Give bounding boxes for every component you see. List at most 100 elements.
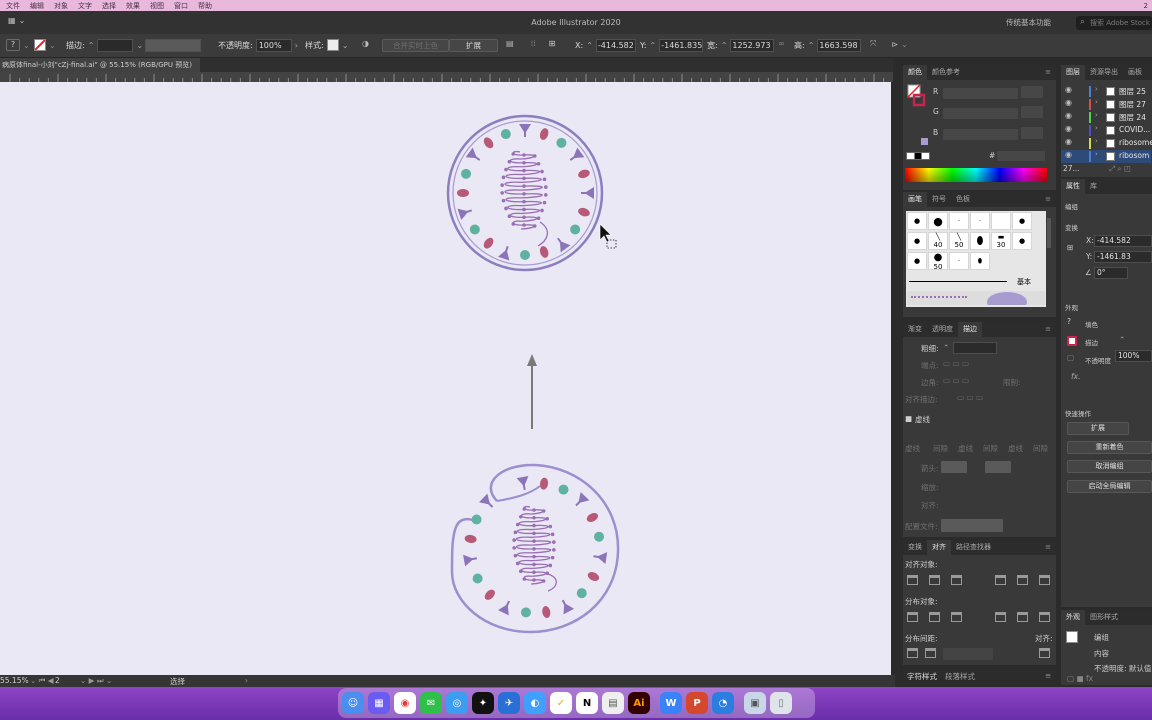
qq-browser-icon[interactable]: ◎ — [446, 692, 468, 714]
artboard-number[interactable]: 2 — [55, 676, 60, 685]
tab-appearance[interactable]: 外观 — [1061, 610, 1085, 625]
expand-triangle-icon[interactable]: › — [1095, 85, 1098, 93]
visibility-eye-icon[interactable]: ◉ — [1065, 150, 1072, 159]
mail-icon[interactable]: ✈ — [498, 692, 520, 714]
tab-character-styles[interactable]: 字符样式 — [907, 671, 937, 682]
layer-name[interactable]: 图层 27 — [1119, 99, 1146, 110]
visibility-eye-icon[interactable]: ◉ — [1065, 137, 1072, 146]
layer-row[interactable]: ◉ › ribosom — [1061, 150, 1151, 163]
menu-edit[interactable]: 编辑 — [30, 1, 44, 11]
wechat-icon[interactable]: ✉ — [420, 692, 442, 714]
tasks-icon[interactable]: ✓ — [550, 692, 572, 714]
tab-properties[interactable]: 属性 — [1061, 179, 1085, 194]
visibility-eye-icon[interactable]: ◉ — [1065, 124, 1072, 133]
brush-cell[interactable]: · — [949, 212, 969, 230]
document-tab[interactable]: 病原体final-小刘"cZj-final.ai" @ 55.15% (RGB/… — [0, 58, 200, 72]
fx-button[interactable]: fx. — [1071, 372, 1080, 381]
panel-menu-icon[interactable]: ≡ — [1045, 671, 1051, 680]
artboard-canvas[interactable] — [0, 82, 891, 675]
opacity-field[interactable]: 100% — [1115, 350, 1152, 362]
prop-expand-button[interactable]: 扩展 — [1067, 422, 1129, 435]
expand-triangle-icon[interactable]: › — [1095, 98, 1098, 106]
arrowhead-end[interactable] — [985, 461, 1011, 473]
isolate-icon[interactable]: ⊳ — [891, 40, 898, 49]
distribute-left-icon[interactable] — [995, 612, 1006, 622]
visibility-eye-icon[interactable]: ◉ — [1065, 98, 1072, 107]
virus-complete[interactable] — [446, 114, 604, 272]
edge-icon[interactable]: ◐ — [524, 692, 546, 714]
layer-row[interactable]: ◉ › 图层 24 — [1061, 111, 1151, 124]
stroke-swatch[interactable] — [1067, 336, 1077, 346]
align-vcenter-icon[interactable] — [1017, 575, 1028, 585]
appearance-opacity-row[interactable]: 不透明度: 默认值 — [1094, 663, 1151, 674]
expand-triangle-icon[interactable]: › — [1095, 111, 1098, 119]
tab-graphic-styles[interactable]: 图形样式 — [1085, 610, 1123, 625]
fill-none-swatch[interactable] — [34, 39, 46, 51]
stroke-weight-field[interactable] — [97, 39, 134, 52]
align-grid-icon[interactable]: ▤ — [506, 39, 514, 48]
align-icons[interactable]: ▭ ▭ ▭ — [957, 393, 983, 402]
brush-cell[interactable]: · — [970, 212, 990, 230]
brush-cell[interactable]: ● 50 — [928, 252, 948, 271]
opacity-field[interactable]: 100% — [255, 39, 292, 52]
reference-point-icon[interactable]: ⊞ — [1067, 243, 1073, 252]
artboard-nav-icon[interactable]: ⌄ ⏮ ◀ — [30, 676, 54, 686]
space-vertical-icon[interactable] — [907, 648, 918, 658]
brush-cell[interactable]: ● — [1012, 232, 1032, 250]
brush-cell[interactable]: ╲ 50 — [949, 232, 969, 250]
distribute-top-icon[interactable] — [907, 612, 918, 622]
align-right-icon[interactable] — [951, 575, 962, 585]
r-slider[interactable] — [943, 88, 1018, 99]
distribute-hcenter-icon[interactable] — [1017, 612, 1028, 622]
tab-symbols[interactable]: 符号 — [927, 192, 951, 207]
menu-type[interactable]: 文字 — [78, 1, 92, 11]
notes-icon[interactable]: ▤ — [602, 692, 624, 714]
stock-search-input[interactable]: 搜索 Adobe Stock — [1076, 16, 1152, 30]
workspace-name[interactable]: 传统基本功能 — [1006, 17, 1051, 28]
panel-menu-icon[interactable]: ≡ — [1040, 192, 1056, 207]
tab-layers[interactable]: 图层 — [1061, 65, 1085, 80]
g-slider[interactable] — [943, 108, 1018, 119]
corner-icons[interactable]: ▭ ▭ ▭ — [943, 376, 969, 385]
fill-stroke-proxy[interactable] — [906, 83, 930, 113]
finder-icon[interactable]: ☺ — [342, 692, 364, 714]
spacing-field[interactable] — [943, 648, 993, 660]
browser-icon[interactable]: ◔ — [712, 692, 734, 714]
layer-row[interactable]: ◉ › 图层 25 — [1061, 85, 1151, 98]
width-field[interactable]: 1252.973 — [730, 39, 775, 52]
artboard-next-icon[interactable]: ⌄ ▶ ⏭ ⌄ — [80, 676, 112, 686]
qq-icon[interactable]: ✦ — [472, 692, 494, 714]
expand-triangle-icon[interactable]: › — [1095, 124, 1098, 132]
distribute-icon[interactable]: ⁞⁞ — [531, 39, 536, 48]
ungroup-button[interactable]: 取消编组 — [1067, 460, 1152, 473]
brush-cell[interactable]: · — [949, 252, 969, 270]
menu-file[interactable]: 文件 — [6, 1, 20, 11]
hex-field[interactable] — [997, 151, 1045, 161]
menu-window[interactable]: 窗口 — [174, 1, 188, 11]
tab-color-guide[interactable]: 颜色参考 — [927, 65, 965, 80]
brush-cell[interactable]: ● — [1012, 212, 1032, 230]
workspace-switcher[interactable]: ▦ ⌄ — [8, 16, 25, 25]
downloads-icon[interactable]: ▣ — [744, 692, 766, 714]
profile-field[interactable] — [941, 519, 1003, 532]
powerpoint-icon[interactable]: P — [686, 692, 708, 714]
height-field[interactable]: 1663.598 — [817, 39, 862, 52]
tab-pathfinder[interactable]: 路径查找器 — [951, 540, 996, 555]
expand-triangle-icon[interactable]: › — [1095, 137, 1098, 145]
menu-effect[interactable]: 效果 — [126, 1, 140, 11]
arrowhead-start[interactable] — [941, 461, 967, 473]
layer-row[interactable]: ◉ › COVID... — [1061, 124, 1151, 137]
tab-swatches[interactable]: 色板 — [951, 192, 975, 207]
distribute-vcenter-icon[interactable] — [929, 612, 940, 622]
global-edit-button[interactable]: 启动全局编辑 — [1067, 480, 1152, 493]
horizontal-ruler[interactable] — [0, 72, 893, 82]
status-arrow-icon[interactable]: › — [245, 676, 248, 685]
vertical-scrollbar[interactable] — [891, 82, 895, 675]
layer-name[interactable]: 图层 25 — [1119, 86, 1146, 97]
prop-x-field[interactable]: -414.582 — [1094, 235, 1152, 247]
brush-cell[interactable]: ⬮ — [970, 232, 990, 250]
tab-libraries[interactable]: 库 — [1085, 179, 1102, 194]
link-proportions-icon[interactable]: ∞ — [778, 39, 785, 48]
menu-select[interactable]: 选择 — [102, 1, 116, 11]
brush-cell[interactable]: ● — [907, 232, 927, 250]
